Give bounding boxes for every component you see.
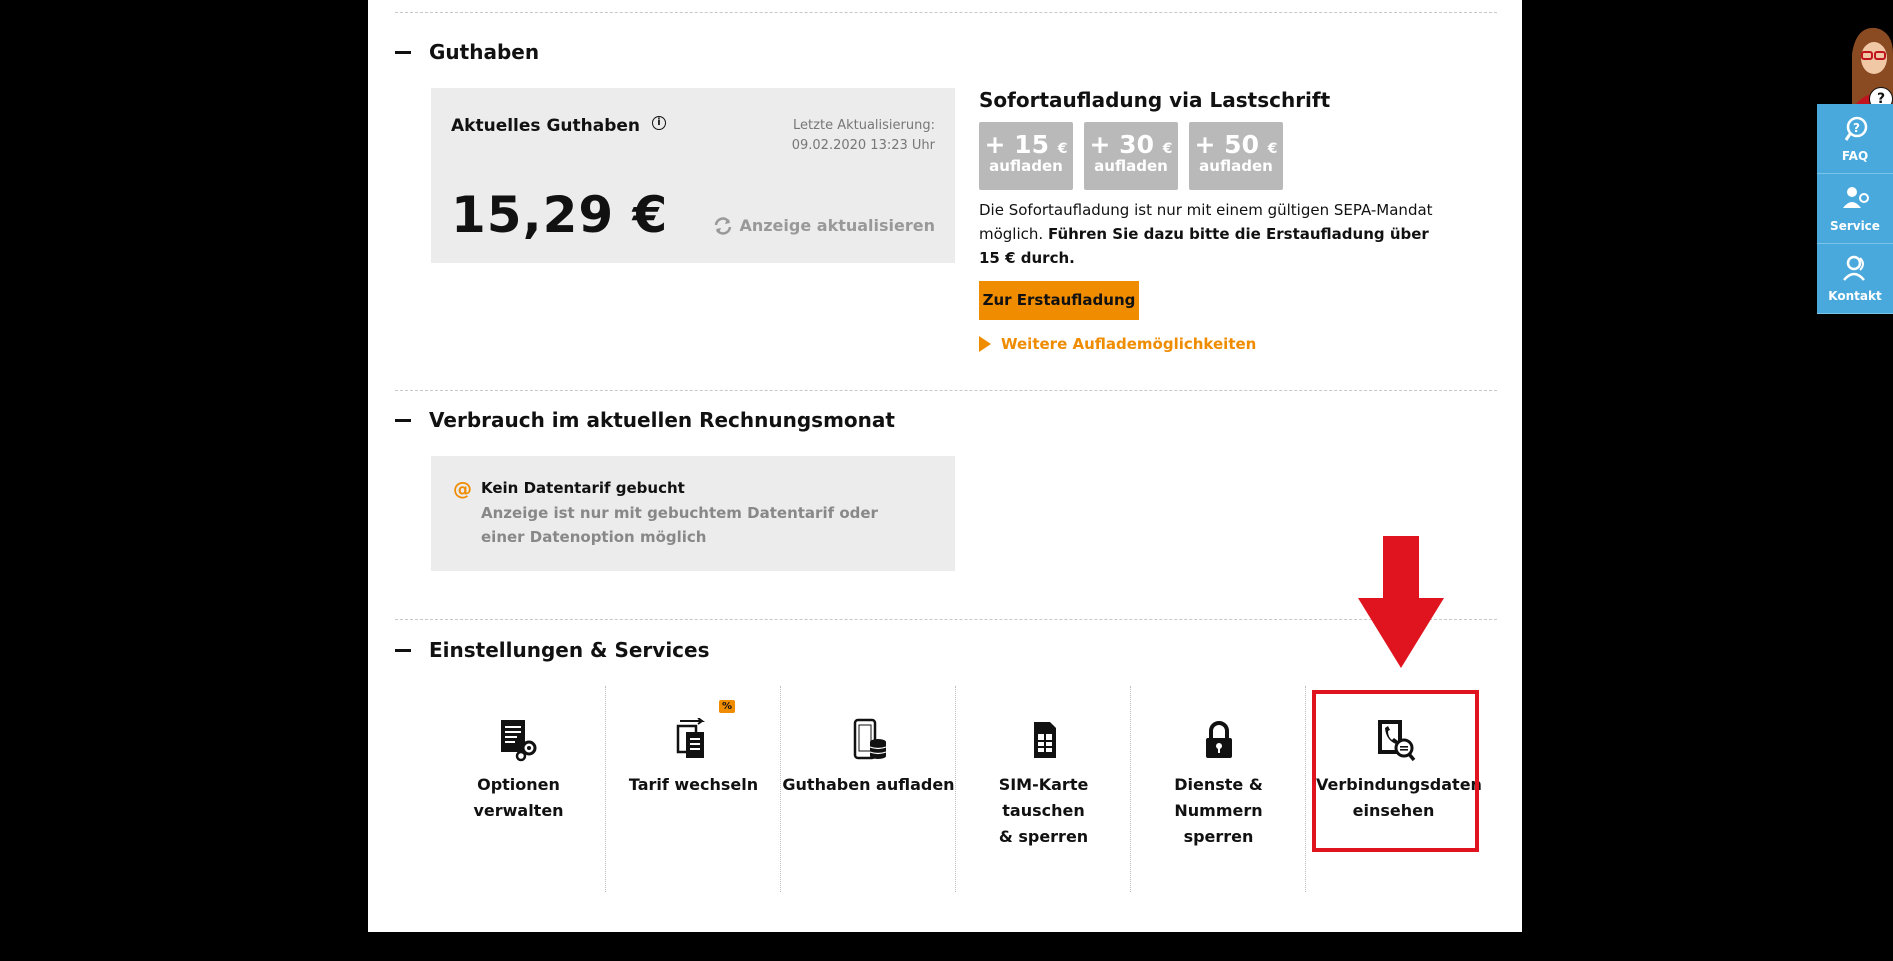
play-arrow-icon [979, 336, 991, 352]
topup-15-button[interactable]: + 15 € aufladen [979, 122, 1073, 190]
last-update-value: 09.02.2020 13:23 Uhr [791, 138, 935, 153]
sofort-info: Die Sofortaufladung ist nur mit einem gü… [979, 198, 1439, 270]
sidebar-item-service[interactable]: Service [1817, 174, 1893, 244]
faq-icon: ? [1844, 116, 1868, 141]
tile-label: Guthaben aufladen [782, 775, 955, 794]
collapse-icon [395, 50, 411, 54]
tariff-switch-icon [676, 718, 705, 758]
sofort-info-bold: Führen Sie dazu bitte die Erstaufladung … [979, 225, 1429, 267]
topup-action: aufladen [1094, 157, 1168, 175]
erstaufladung-button[interactable]: Zur Erstaufladung [979, 281, 1139, 320]
balance-card: Aktuelles Guthaben i Letzte Aktualisieru… [431, 88, 955, 263]
sidebar-item-label: FAQ [1841, 149, 1869, 163]
tile-dienste-sperren[interactable]: Dienste & Nummern sperren [1131, 686, 1306, 892]
padlock-icon [1205, 721, 1232, 758]
topup-amount: + 30 [1089, 130, 1154, 159]
balance-label: Aktuelles Guthaben [451, 116, 641, 136]
sidebar-item-label: Service [1830, 219, 1880, 233]
divider [395, 12, 1497, 13]
main-content: Guthaben Aktuelles Guthaben i Letzte Akt… [368, 0, 1522, 932]
no-tarif-text: Anzeige ist nur mit gebuchtem Datentarif… [481, 504, 878, 546]
section-title: Einstellungen & Services [429, 638, 710, 662]
tile-sim-karte[interactable]: SIM-Karte tauschen & sperren [956, 686, 1131, 892]
contact-icon [1843, 255, 1865, 281]
tile-optionen-verwalten[interactable]: Optionen verwalten [431, 686, 606, 892]
tile-tarif-wechseln[interactable]: % Tarif wechseln [606, 686, 781, 892]
arrow-down-annotation-icon [1358, 536, 1444, 668]
sofort-title: Sofortaufladung via Lastschrift [979, 88, 1331, 112]
discount-badge: % [719, 700, 736, 713]
topup-50-button[interactable]: + 50 € aufladen [1189, 122, 1283, 190]
verbrauch-section-toggle[interactable]: Verbrauch im aktuellen Rechnungsmonat [395, 408, 895, 432]
service-icon [1843, 187, 1869, 208]
last-update-label: Letzte Aktualisierung: [793, 118, 935, 133]
currency-label: € [1162, 141, 1173, 157]
collapse-icon [395, 418, 411, 422]
refresh-label: Anzeige aktualisieren [739, 216, 935, 235]
info-icon[interactable]: i [651, 116, 666, 130]
more-topup-label: Weitere Auflademöglichkeiten [1001, 335, 1257, 353]
tile-label: Tarif wechseln [628, 775, 759, 794]
phone-coins-icon [853, 718, 886, 760]
tile-label: SIM-Karte tauschen & sperren [998, 775, 1089, 846]
currency-label: € [1267, 141, 1278, 157]
divider [395, 390, 1497, 391]
no-tarif-title: Kein Datentarif gebucht [481, 479, 685, 497]
section-title: Verbrauch im aktuellen Rechnungsmonat [429, 408, 895, 432]
help-sidebar: ? FAQ Service Kontakt [1817, 104, 1893, 314]
tile-label: Dienste & Nummern sperren [1174, 775, 1263, 846]
guthaben-section-toggle[interactable]: Guthaben [395, 40, 539, 64]
refresh-button[interactable]: Anzeige aktualisieren [713, 216, 935, 235]
refresh-icon [715, 216, 732, 235]
section-title: Guthaben [429, 40, 540, 64]
sidebar-item-label: Kontakt [1828, 289, 1882, 303]
einstellungen-section-toggle[interactable]: Einstellungen & Services [395, 638, 710, 662]
topup-action: aufladen [989, 157, 1063, 175]
topup-30-button[interactable]: + 30 € aufladen [1084, 122, 1178, 190]
balance-amount: 15,29 € [451, 186, 669, 244]
sim-card-icon [1033, 722, 1056, 758]
collapse-icon [395, 648, 411, 652]
tile-label: Optionen verwalten [473, 775, 564, 820]
sidebar-item-kontakt[interactable]: Kontakt [1817, 244, 1893, 314]
svg-text:?: ? [1853, 121, 1860, 135]
at-icon: @ [453, 478, 472, 500]
divider [395, 619, 1497, 620]
topup-amount: + 50 [1194, 130, 1259, 159]
currency-label: € [1057, 141, 1068, 157]
more-topup-link[interactable]: Weitere Auflademöglichkeiten [979, 335, 1256, 353]
highlight-box [1312, 690, 1479, 852]
usage-card: @ Kein Datentarif gebucht Anzeige ist nu… [431, 456, 955, 571]
topup-amount: + 15 [984, 130, 1049, 159]
document-gear-icon [500, 720, 536, 762]
sidebar-item-faq[interactable]: ? FAQ [1817, 104, 1893, 174]
tile-guthaben-aufladen[interactable]: Guthaben aufladen [781, 686, 956, 892]
topup-action: aufladen [1199, 157, 1273, 175]
